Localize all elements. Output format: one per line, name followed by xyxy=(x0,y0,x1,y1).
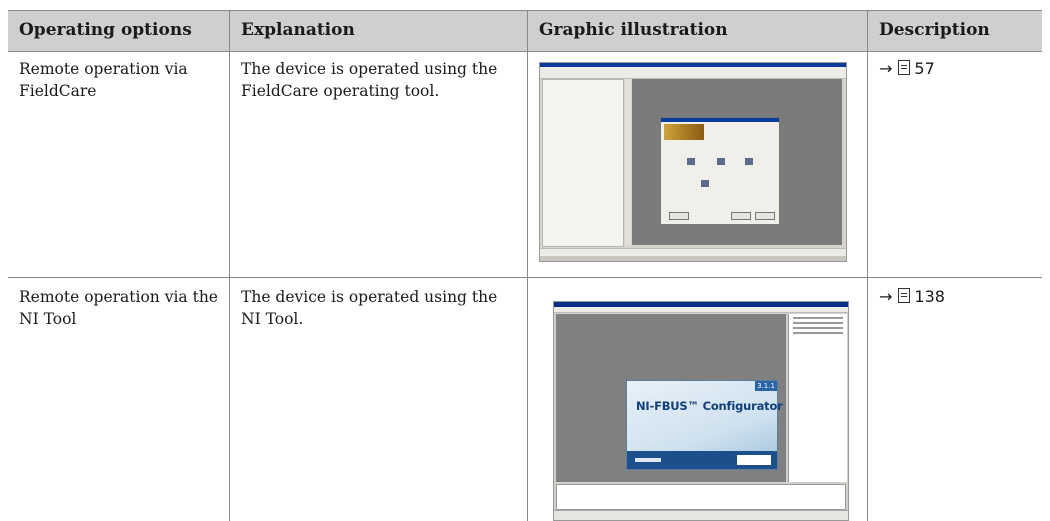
window-menubar xyxy=(554,307,848,313)
header-description: Description xyxy=(879,20,990,40)
dialog-option-icon xyxy=(701,180,709,187)
page-reference-icon xyxy=(898,288,911,303)
dialog-button xyxy=(669,212,689,220)
column-divider xyxy=(867,10,868,521)
dialog-titlebar xyxy=(661,118,779,122)
row1-explanation: The device is operated using the FieldCa… xyxy=(241,60,498,100)
arrow-icon: → xyxy=(879,287,893,306)
row2-option: Remote operation via the NI Tool xyxy=(19,288,218,328)
row1-description: → 57 xyxy=(868,58,1038,80)
dialog-option-icon xyxy=(745,158,753,165)
dialog-option-icon xyxy=(687,158,695,165)
header-graphic: Graphic illustration xyxy=(539,20,728,40)
national-instruments-logo xyxy=(737,455,771,465)
output-pane xyxy=(556,484,846,510)
row2-page-number: 138 xyxy=(914,287,945,306)
help-pane xyxy=(788,314,847,482)
splash-screen: 3.1.1 NI-FBUS™ Configurator xyxy=(626,380,783,470)
header-operating-options: Operating options xyxy=(19,20,192,40)
row2-description: → 138 xyxy=(868,286,1038,308)
arrow-icon: → xyxy=(879,59,893,78)
column-divider xyxy=(527,10,528,521)
row1-option: Remote operation via FieldCare xyxy=(19,60,188,100)
splash-url-mark xyxy=(635,458,661,462)
vertical-toolbar xyxy=(625,79,631,245)
page-reference-icon xyxy=(898,60,911,75)
fieldcare-screenshot xyxy=(539,62,847,262)
startup-dialog xyxy=(660,117,780,225)
dialog-button xyxy=(755,212,775,220)
row2-explanation: The device is operated using the NI Tool… xyxy=(241,288,498,328)
dialog-button xyxy=(731,212,751,220)
ni-configurator-screenshot: 3.1.1 NI-FBUS™ Configurator xyxy=(553,301,849,521)
splash-product-name: NI-FBUS™ Configurator xyxy=(636,399,783,413)
dialog-option-icon xyxy=(717,158,725,165)
header-explanation: Explanation xyxy=(241,20,355,40)
dialog-banner-image xyxy=(664,124,704,140)
project-tree-panel xyxy=(542,79,624,247)
row1-page-number: 57 xyxy=(914,59,935,78)
splash-version: 3.1.1 xyxy=(755,381,777,391)
window-statusbar xyxy=(554,510,848,520)
taskbar xyxy=(540,256,846,261)
window-toolbar xyxy=(540,71,846,79)
splash-footer xyxy=(627,451,777,469)
row-divider xyxy=(8,277,1042,278)
